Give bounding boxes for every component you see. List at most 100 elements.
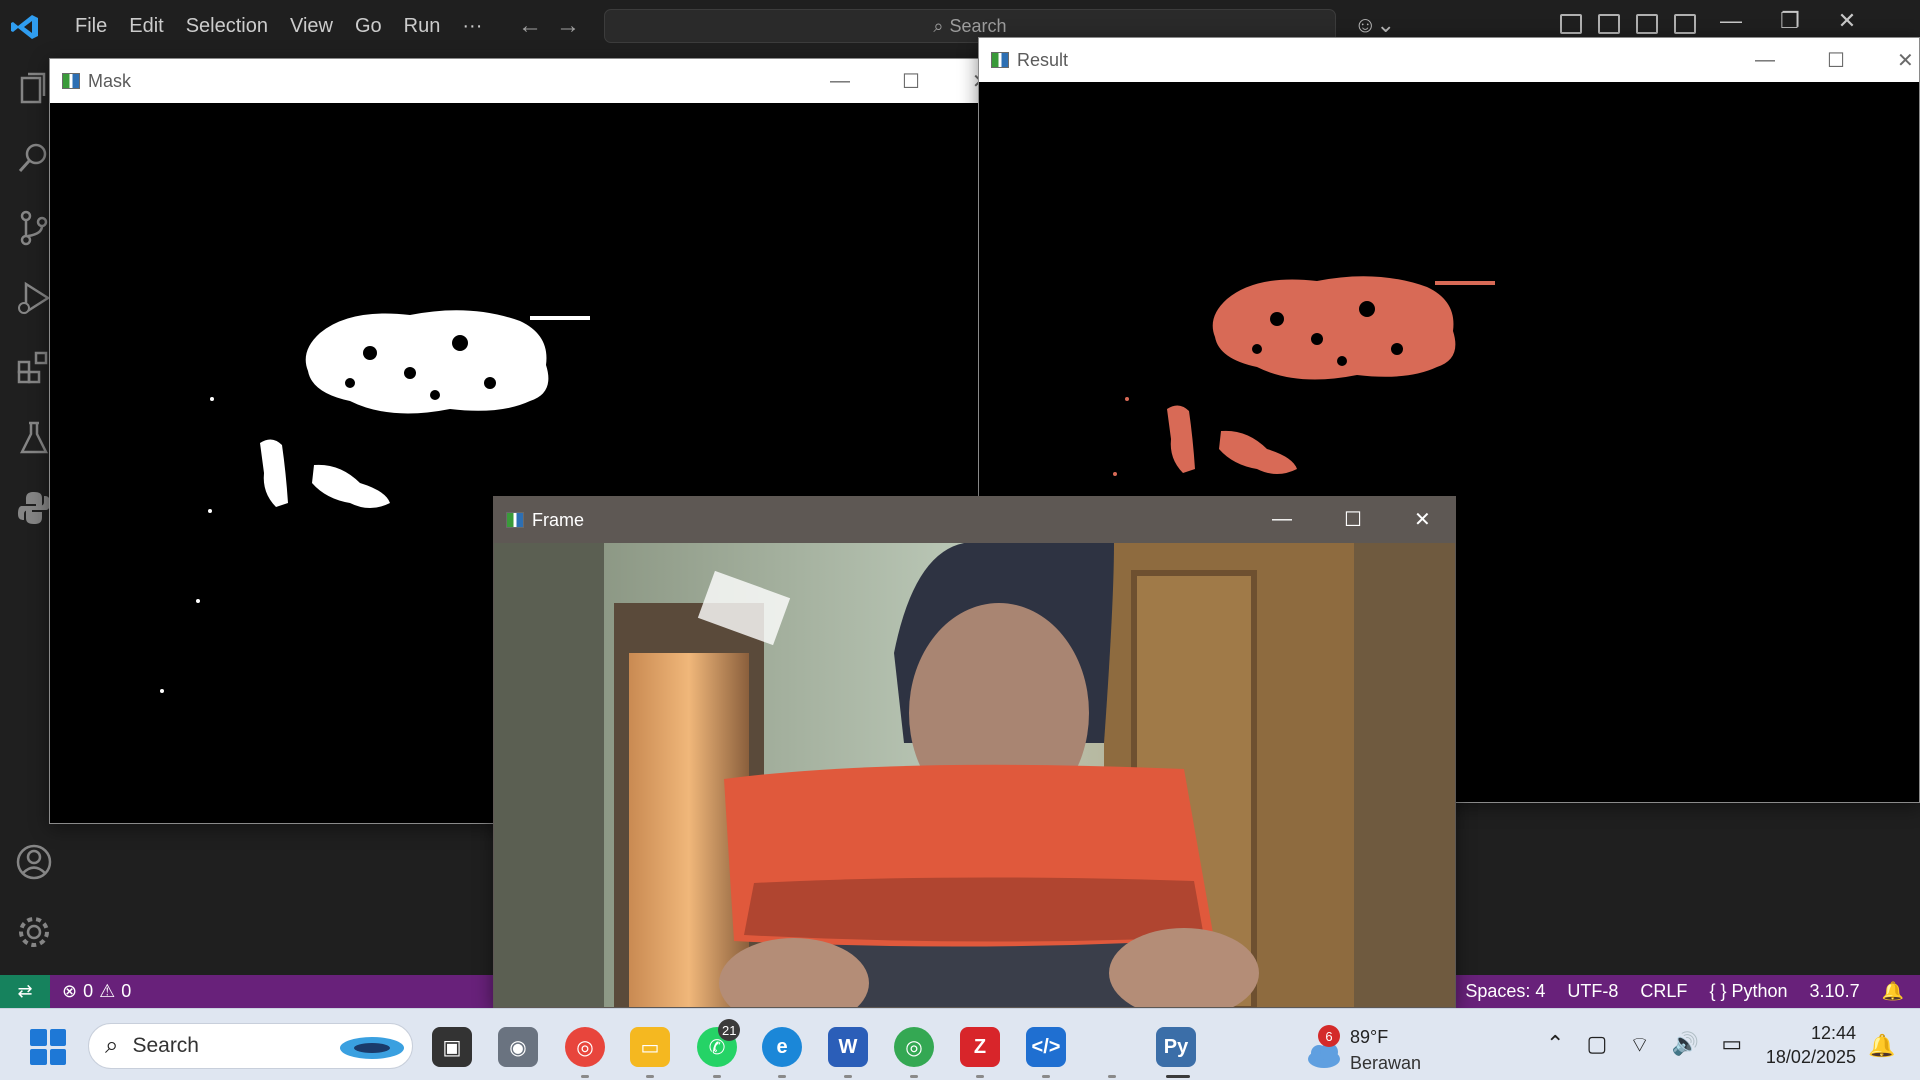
vscode-taskbar-icon[interactable]: </>	[1026, 1027, 1066, 1067]
chat-icon[interactable]: ▢	[1586, 1031, 1607, 1059]
mask-window-title: Mask	[88, 70, 132, 91]
active-indicator	[1166, 1075, 1190, 1078]
error-count: 0	[83, 981, 94, 1001]
bell-icon[interactable]: 🔔	[1882, 981, 1904, 1002]
minimize-icon[interactable]: —	[1720, 8, 1742, 34]
encoding-status[interactable]: UTF-8	[1567, 981, 1618, 1002]
menu-more[interactable]: ···	[451, 15, 493, 38]
toggle-secondary-sidebar-icon[interactable]	[1674, 14, 1696, 34]
source-control-icon[interactable]	[14, 208, 54, 248]
search-icon: ⌕	[933, 15, 944, 36]
back-arrow-icon[interactable]: ←	[518, 12, 542, 40]
language-status[interactable]: { } Python	[1709, 981, 1787, 1002]
remote-indicator-icon[interactable]: ⇄	[0, 975, 50, 1008]
result-window-titlebar[interactable]: Result — ☐ ✕	[979, 38, 1919, 82]
windows-taskbar: ⌕ Search ▣ ◉ ◎ ▭ ✆ 21 e W ◎ Z </> Py 6 8…	[0, 1008, 1920, 1080]
eol-status[interactable]: CRLF	[1640, 981, 1687, 1002]
braces-icon: { }	[1709, 981, 1727, 1001]
close-icon[interactable]: ✕	[1414, 507, 1431, 532]
frame-window-controls: — ☐ ✕	[1272, 497, 1431, 541]
taskbar-search-label: Search	[132, 1034, 199, 1057]
chrome-icon[interactable]: ◎	[565, 1027, 605, 1067]
problems-indicator[interactable]: ⊗ 0 ⚠ 0	[62, 981, 131, 1002]
maximize-icon[interactable]: ☐	[902, 69, 920, 94]
opencv-window-icon	[506, 512, 524, 528]
accounts-icon[interactable]	[14, 842, 54, 882]
copilot-icon[interactable]: ☺⌄	[1354, 12, 1395, 38]
forward-arrow-icon[interactable]: →	[556, 12, 580, 40]
explorer-icon[interactable]	[14, 68, 54, 108]
minimize-icon[interactable]: —	[1755, 49, 1775, 72]
toggle-primary-sidebar-icon[interactable]	[1598, 14, 1620, 34]
maximize-icon[interactable]: ☐	[1827, 48, 1845, 73]
command-search-label: Search	[949, 15, 1007, 36]
menu-bar: File Edit Selection View Go Run ···	[64, 0, 493, 52]
minimize-icon[interactable]: —	[1272, 508, 1292, 531]
chrome-profile-icon[interactable]: ◎	[894, 1027, 934, 1067]
start-windows-icon[interactable]	[30, 1029, 66, 1065]
close-icon[interactable]: ✕	[1897, 48, 1914, 73]
battery-icon[interactable]: ▭	[1721, 1031, 1742, 1059]
mask-window-controls: — ☐ ✕	[830, 59, 989, 103]
frame-window-titlebar[interactable]: Frame — ☐ ✕	[494, 497, 1455, 543]
search-sidebar-icon[interactable]	[14, 138, 54, 178]
indentation-status[interactable]: Spaces: 4	[1465, 981, 1545, 1002]
python-window-icon[interactable]: Py	[1156, 1027, 1196, 1067]
running-indicator	[778, 1075, 786, 1078]
webcam-frame-image	[494, 543, 1455, 1007]
file-explorer-icon[interactable]: ▭	[630, 1027, 670, 1067]
customize-layout-icon[interactable]	[1560, 14, 1582, 34]
menu-go[interactable]: Go	[344, 15, 393, 38]
extensions-icon[interactable]	[14, 348, 54, 388]
layout-controls	[1560, 14, 1696, 34]
webcam-scene	[494, 543, 1455, 1007]
running-indicator	[844, 1075, 852, 1078]
search-highlight-icon	[340, 1037, 404, 1059]
word-icon[interactable]: W	[828, 1027, 868, 1067]
minimize-icon[interactable]: —	[830, 70, 850, 93]
search-icon: ⌕	[105, 1032, 119, 1059]
taskbar-search-box[interactable]: ⌕ Search	[88, 1023, 413, 1069]
manage-gear-icon[interactable]	[14, 912, 54, 952]
menu-view[interactable]: View	[279, 15, 344, 38]
menu-file[interactable]: File	[64, 15, 118, 38]
taskbar-clock[interactable]: 12:44 18/02/2025	[1760, 1021, 1856, 1069]
task-view-icon[interactable]: ▣	[432, 1027, 472, 1067]
restore-icon[interactable]: ❐	[1780, 8, 1800, 34]
system-tray: ⌃ ▢ ⌔ 🔊 ▭	[1546, 1031, 1742, 1059]
mask-window-titlebar[interactable]: Mask — ☐ ✕	[50, 59, 989, 103]
opencv-window-icon	[991, 52, 1009, 68]
menu-edit[interactable]: Edit	[118, 15, 174, 38]
python-icon[interactable]	[14, 488, 54, 528]
whatsapp-badge: 21	[718, 1019, 741, 1041]
status-right: Spaces: 4 UTF-8 CRLF { } Python 3.10.7 🔔	[1465, 981, 1904, 1002]
running-indicator	[1042, 1075, 1050, 1078]
running-indicator	[581, 1075, 589, 1078]
run-debug-icon[interactable]	[14, 278, 54, 318]
testing-icon[interactable]	[14, 418, 54, 458]
edge-icon[interactable]: e	[762, 1027, 802, 1067]
clock-time: 12:44	[1810, 1023, 1856, 1043]
running-indicator	[646, 1075, 654, 1078]
volume-icon[interactable]: 🔊	[1672, 1031, 1699, 1059]
clock-date: 18/02/2025	[1765, 1047, 1856, 1067]
weather-condition: Berawan	[1350, 1053, 1422, 1073]
maximize-icon[interactable]: ☐	[1344, 507, 1362, 532]
wifi-icon[interactable]: ⌔	[1629, 1031, 1650, 1059]
error-icon: ⊗	[62, 981, 78, 1001]
python-version-status[interactable]: 3.10.7	[1810, 981, 1860, 1002]
frame-window[interactable]: Frame — ☐ ✕	[493, 496, 1456, 1008]
running-indicator	[713, 1075, 721, 1078]
running-indicator	[976, 1075, 984, 1078]
warning-count: 0	[121, 981, 132, 1001]
vscode-window-controls: — ❐ ✕	[1720, 8, 1856, 34]
close-icon[interactable]: ✕	[1838, 8, 1856, 34]
camera-app-icon[interactable]: ◉	[498, 1027, 538, 1067]
menu-run[interactable]: Run	[393, 15, 452, 38]
vscode-logo-icon	[11, 15, 38, 39]
zotero-icon[interactable]: Z	[960, 1027, 1000, 1067]
menu-selection[interactable]: Selection	[175, 15, 279, 38]
show-hidden-icons-icon[interactable]: ⌃	[1546, 1031, 1564, 1059]
notification-bell-icon[interactable]: 🔔	[1868, 1033, 1895, 1059]
toggle-panel-icon[interactable]	[1636, 14, 1658, 34]
